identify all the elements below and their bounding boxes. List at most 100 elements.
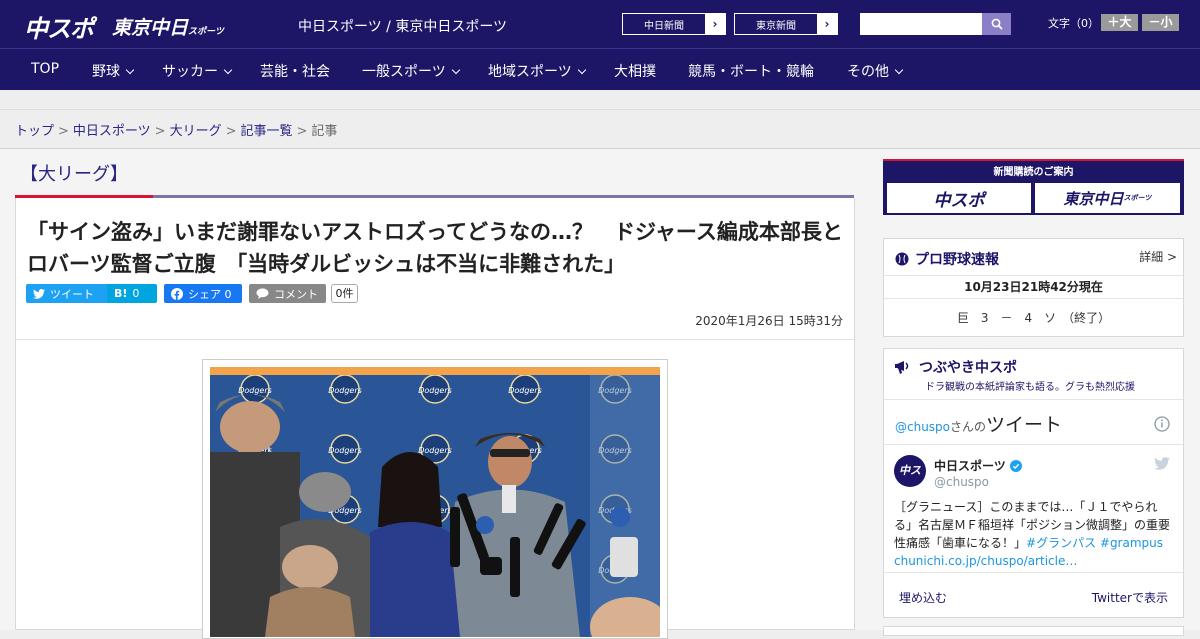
- nav-item-label: 野球: [92, 64, 120, 80]
- top-header: 中スポ 東京中日スポーツ 中日スポーツ / 東京中日スポーツ 中日新聞 › 東京…: [0, 0, 1200, 48]
- tokyo-chunichi-logo-sub: スポーツ: [188, 27, 224, 37]
- nav-item-baseball[interactable]: 野球: [92, 61, 135, 81]
- article-date: 2020年1月26日 15時31分: [695, 314, 843, 328]
- chevron-right-icon: ›: [817, 14, 837, 34]
- nav-item-entertainment[interactable]: 芸能・社会: [260, 61, 330, 81]
- twitter-bird-icon: [33, 288, 45, 299]
- article-headline: 「サイン盗み」いまだ謝罪ないアストロズってどうなの…？ ドジャース編成本部長とロ…: [27, 220, 843, 276]
- font-smaller-button[interactable]: －小: [1142, 14, 1179, 31]
- twitter-box-header: つぶやき中スポ: [895, 357, 1017, 377]
- tweet-author[interactable]: 中日スポーツ: [934, 457, 1022, 474]
- tweet-item[interactable]: 中スポ 中日スポーツ @chuspo ［グラニュース］このままでは…「Ｊ１でやら…: [884, 444, 1183, 572]
- nav-item-general-sports[interactable]: 一般スポーツ: [362, 61, 460, 81]
- embed-link[interactable]: 埋め込む: [899, 589, 947, 606]
- tweet-button[interactable]: ツイート: [26, 284, 111, 303]
- breadcrumb-top[interactable]: トップ: [15, 124, 54, 139]
- ad-band: [0, 90, 1200, 110]
- timeline-handle[interactable]: @chuspo: [895, 420, 950, 434]
- facebook-icon: [171, 287, 183, 300]
- chevron-down-icon: [894, 65, 904, 75]
- next-sidebar-box: [883, 626, 1184, 636]
- tokyo-shimbun-label: 東京新聞: [756, 20, 796, 32]
- nav-item-local-sports[interactable]: 地域スポーツ: [488, 61, 586, 81]
- subscription-banner[interactable]: 新聞購読のご案内 中スポ 東京中日 スポーツ: [883, 159, 1184, 215]
- baseball-box-title: プロ野球速報: [915, 252, 999, 268]
- chevron-right-icon: ›: [705, 14, 725, 34]
- nav-item-label: 競馬・ボート・競輪: [688, 64, 814, 80]
- twitter-bird-icon[interactable]: [1154, 457, 1170, 470]
- press-conference-photo: Dodgers: [210, 367, 660, 637]
- subscribe-tokyo-chunichi-link[interactable]: 東京中日 スポーツ: [1035, 183, 1180, 213]
- search-input[interactable]: [860, 13, 982, 35]
- tweet-author-handle[interactable]: @chuspo: [934, 475, 989, 489]
- tweet-hashtags[interactable]: #グランパス #grampus: [1026, 536, 1163, 550]
- breadcrumb-separator: >: [296, 124, 308, 139]
- megaphone-icon: [895, 361, 909, 374]
- nav-item-top[interactable]: TOP: [31, 61, 59, 77]
- baseball-game-score[interactable]: 巨 3 － 4 ソ （終了）: [884, 309, 1183, 326]
- chevron-down-icon: [577, 65, 586, 75]
- chevron-down-icon: [125, 65, 135, 75]
- timeline-footer: 埋め込む Twitterで表示: [884, 572, 1183, 618]
- tweet-label: ツイート: [50, 287, 94, 301]
- baseball-box-header: プロ野球速報: [895, 249, 999, 269]
- breadcrumb-article-list[interactable]: 記事一覧: [241, 124, 293, 139]
- view-on-twitter-link[interactable]: Twitterで表示: [1092, 589, 1168, 606]
- nav-item-sumo[interactable]: 大相撲: [614, 61, 656, 81]
- chunichi-shimbun-button[interactable]: 中日新聞 ›: [622, 13, 726, 35]
- font-larger-button[interactable]: ＋大: [1101, 14, 1138, 31]
- tokyo-shimbun-button[interactable]: 東京新聞 ›: [734, 13, 838, 35]
- breadcrumb-mlb[interactable]: 大リーグ: [170, 124, 222, 139]
- breadcrumb-current: 記事: [311, 124, 338, 139]
- facebook-share-button[interactable]: シェア 0: [164, 284, 242, 303]
- avatar[interactable]: 中スポ: [894, 455, 926, 487]
- avatar-label: 中スポ: [899, 464, 921, 477]
- nav-item-others[interactable]: その他: [847, 61, 904, 81]
- subscribe-tokyo-sub: スポーツ: [1123, 194, 1152, 202]
- subscribe-chuspo-link[interactable]: 中スポ: [887, 183, 1031, 213]
- breadcrumb-separator: >: [58, 124, 69, 139]
- timeline-suffix: さんの: [950, 420, 987, 434]
- twitter-timeline: @chuspoさんのツイート 中スポ 中日スポーツ @chuspo ［グラニュー…: [884, 399, 1183, 618]
- info-icon[interactable]: [1154, 416, 1170, 432]
- baseball-detail-link[interactable]: 詳細 >: [1139, 248, 1177, 265]
- twitter-widget-box: つぶやき中スポ ドラ観戦の本紙評論家も語る。グラも熱烈応援 @chuspoさんの…: [883, 348, 1184, 618]
- comment-label: コメント: [274, 287, 318, 301]
- main-nav: TOP 野球 サッカー 芸能・社会 一般スポーツ 地域スポーツ 大相撲 競馬・ボ…: [0, 48, 1200, 90]
- nav-item-label: 一般スポーツ: [362, 64, 446, 80]
- article-card: 「サイン盗み」いまだ謝罪ないアストロズってどうなの…？ ドジャース編成本部長とロ…: [15, 198, 855, 639]
- hatena-bookmark-icon: B!: [114, 287, 128, 300]
- chevron-down-icon: [451, 65, 460, 75]
- nav-item-label: 地域スポーツ: [488, 64, 572, 80]
- verified-badge-icon: [1009, 459, 1022, 472]
- tweet-author-name: 中日スポーツ: [934, 459, 1006, 473]
- baseball-scores-box: プロ野球速報 詳細 > 10月23日21時42分現在 巨 3 － 4 ソ （終了…: [883, 238, 1184, 337]
- nav-item-label: TOP: [31, 61, 60, 77]
- tweet-link[interactable]: chunichi.co.jp/chuspo/article…: [894, 554, 1077, 568]
- subscribe-tokyo-label: 東京中日: [1063, 189, 1124, 208]
- tokyo-chunichi-logo[interactable]: 東京中日スポーツ: [112, 13, 224, 40]
- chunichi-shimbun-label: 中日新聞: [644, 20, 684, 32]
- subscription-label: 新聞購読のご案内: [993, 167, 1074, 178]
- breadcrumb-chunichi-sports[interactable]: 中日スポーツ: [73, 124, 151, 139]
- search-icon: [991, 18, 1003, 30]
- article-photo[interactable]: Dodgers: [210, 367, 660, 637]
- nav-item-racing[interactable]: 競馬・ボート・競輪: [688, 61, 814, 81]
- twitter-box-subtitle: ドラ観戦の本紙評論家も語る。グラも熱烈応援: [925, 382, 1135, 393]
- chuspo-logo[interactable]: 中スポ: [24, 9, 94, 44]
- timeline-header: @chuspoさんのツイート: [895, 410, 1062, 437]
- search-button[interactable]: [982, 13, 1011, 35]
- article-photo-frame: Dodgers: [202, 359, 668, 639]
- comment-button[interactable]: コメント: [249, 284, 326, 303]
- nav-item-label: 芸能・社会: [260, 64, 330, 80]
- baseball-updated-time: 10月23日21時42分現在: [884, 275, 1183, 299]
- site-title[interactable]: 中日スポーツ / 東京中日スポーツ: [298, 16, 507, 36]
- article-divider: [16, 339, 854, 340]
- article-category[interactable]: 【大リーグ】: [20, 160, 128, 186]
- nav-item-soccer[interactable]: サッカー: [162, 61, 233, 81]
- twitter-box-title: つぶやき中スポ: [919, 360, 1017, 376]
- facebook-share-label: シェア 0: [188, 287, 232, 301]
- nav-item-label: サッカー: [162, 64, 218, 80]
- hatena-bookmark-button[interactable]: B! 0: [107, 284, 157, 303]
- tweet-text: ［グラニュース］このままでは…「Ｊ１でやられる」名古屋ＭＦ稲垣祥「ポジション微調…: [894, 498, 1174, 570]
